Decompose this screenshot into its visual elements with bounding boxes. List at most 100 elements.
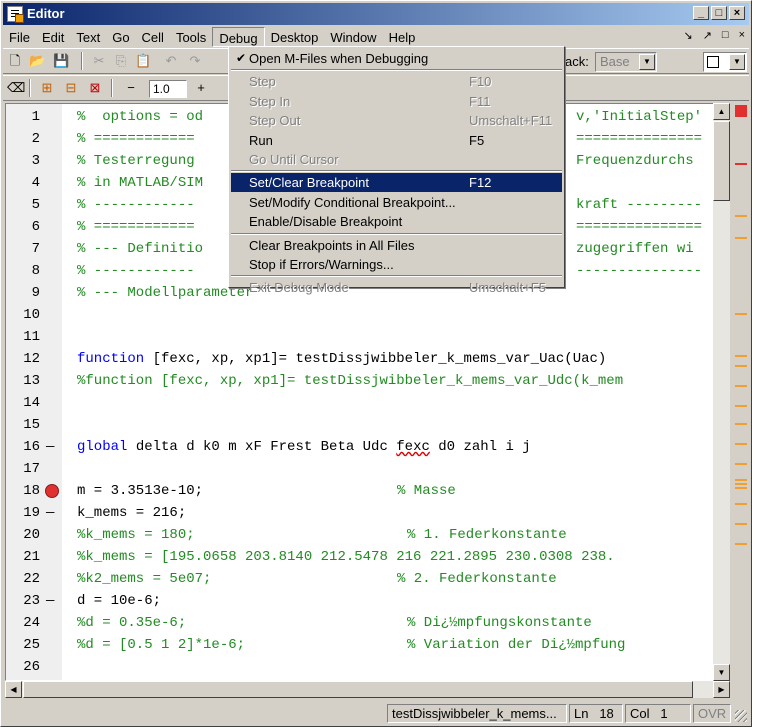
menu-desktop[interactable]: Desktop — [265, 27, 325, 47]
code-line[interactable]: 10 — [6, 304, 714, 326]
line-number: 10 — [23, 307, 40, 323]
menu-item-go-until-cursor[interactable]: Go Until Cursor — [231, 150, 562, 169]
vertical-scrollbar[interactable]: ▲ ▼ — [713, 103, 730, 681]
stack-select[interactable]: Base ▼ — [595, 52, 657, 72]
warning-marker[interactable] — [735, 523, 747, 525]
menu-window[interactable]: Window — [324, 27, 382, 47]
minimize-button[interactable]: _ — [693, 6, 709, 20]
error-marker[interactable] — [735, 163, 747, 165]
decrement-button[interactable]: − — [123, 80, 139, 96]
menu-item-open-m-files-when-debugging[interactable]: ✔ Open M-Files when Debugging — [231, 49, 562, 68]
warning-marker[interactable] — [735, 543, 747, 545]
horizontal-scroll-thumb[interactable] — [23, 681, 693, 698]
cut-icon[interactable]: ✂ — [91, 53, 107, 69]
eval-cell-icon[interactable]: ⊟ — [63, 80, 79, 96]
warning-marker[interactable] — [735, 503, 747, 505]
breakpoint-slot[interactable]: — — [46, 502, 54, 524]
increment-button[interactable]: + — [193, 80, 209, 96]
code-line[interactable]: 17 — [6, 458, 714, 480]
resize-grip-icon[interactable] — [735, 710, 747, 722]
menu-item-exit-debug-mode[interactable]: Exit Debug Mode Umschalt+F5 — [231, 278, 562, 297]
warning-marker[interactable] — [735, 385, 747, 387]
warning-marker[interactable] — [735, 483, 747, 485]
code-line[interactable]: 23 — d = 10e-6; — [6, 590, 714, 612]
insert-cell-icon[interactable]: ⊞ — [39, 80, 55, 96]
menu-item-run[interactable]: Run F5 — [231, 131, 562, 150]
warning-marker[interactable] — [735, 237, 747, 239]
breakpoint-slot[interactable]: — — [46, 436, 54, 458]
code-line[interactable]: 14 — [6, 392, 714, 414]
menu-item-set-modify-conditional-breakpoint[interactable]: Set/Modify Conditional Breakpoint... — [231, 193, 562, 212]
warning-marker[interactable] — [735, 313, 747, 315]
menu-item-set-clear-breakpoint[interactable]: Set/Clear Breakpoint F12 — [231, 173, 562, 193]
undo-icon[interactable]: ↶ — [163, 53, 179, 69]
menu-item-clear-breakpoints-in-all-files[interactable]: Clear Breakpoints in All Files — [231, 236, 562, 255]
warning-marker[interactable] — [735, 423, 747, 425]
warning-marker[interactable] — [735, 215, 747, 217]
code-line[interactable]: 20 %k_mems = 180; % 1. Federkonstante — [6, 524, 714, 546]
copy-icon[interactable]: ⎘ — [113, 53, 129, 69]
code-text-tail: --------------- — [576, 263, 703, 279]
open-folder-icon[interactable]: 📂 — [29, 53, 45, 69]
menu-item-stop-if-errors-warnings[interactable]: Stop if Errors/Warnings... — [231, 255, 562, 274]
close-doc-icon[interactable]: × — [739, 29, 745, 42]
layout-select[interactable]: ▼ — [703, 52, 747, 72]
code-line[interactable]: 15 — [6, 414, 714, 436]
code-line[interactable]: 12 function [fexc, xp, xp1]= testDissjwib… — [6, 348, 714, 370]
inline-comment: % 1. Federkonstante — [407, 527, 567, 543]
menu-edit[interactable]: Edit — [36, 27, 70, 47]
code-line[interactable]: 22 %k2_mems = 5e07; % 2. Federkonstante — [6, 568, 714, 590]
menu-item-step-in[interactable]: Step In F11 — [231, 92, 562, 111]
save-icon[interactable]: 💾 — [53, 53, 69, 69]
menu-go[interactable]: Go — [106, 27, 135, 47]
paste-icon[interactable]: 📋 — [135, 53, 151, 69]
horizontal-scrollbar[interactable]: ◀ ▶ — [5, 681, 730, 698]
warning-marker[interactable] — [735, 355, 747, 357]
warning-marker[interactable] — [735, 463, 747, 465]
warning-marker[interactable] — [735, 365, 747, 367]
redo-icon[interactable]: ↷ — [187, 53, 203, 69]
menu-item-shortcut: F5 — [469, 132, 485, 148]
warning-marker[interactable] — [735, 487, 747, 489]
warning-marker[interactable] — [735, 443, 747, 445]
code-line[interactable]: 26 — [6, 656, 714, 678]
code-line[interactable]: 21 %k_mems = [195.0658 203.8140 212.5478 … — [6, 546, 714, 568]
warning-marker[interactable] — [735, 405, 747, 407]
scroll-down-icon[interactable]: ▼ — [713, 664, 730, 681]
close-button[interactable]: × — [729, 6, 745, 20]
menu-item-enable-disable-breakpoint[interactable]: Enable/Disable Breakpoint — [231, 212, 562, 231]
menu-item-step-out[interactable]: Step Out Umschalt+F11 — [231, 111, 562, 130]
code-line[interactable]: 19 — k_mems = 216; — [6, 502, 714, 524]
new-file-icon[interactable]: 🗋 — [7, 53, 23, 69]
error-status-icon[interactable] — [735, 105, 747, 117]
vertical-scroll-thumb[interactable] — [713, 121, 730, 201]
title-bar[interactable]: Editor _ □ × — [3, 3, 749, 25]
menu-cell[interactable]: Cell — [136, 27, 170, 47]
code-line[interactable]: 13 %function [fexc, xp, xp1]= testDissjwi… — [6, 370, 714, 392]
code-line[interactable]: 18 m = 3.3513e-10; % Masse — [6, 480, 714, 502]
code-line[interactable]: 16 — global delta d k0 m xF Frest Beta Udc… — [6, 436, 714, 458]
scroll-right-icon[interactable]: ▶ — [713, 681, 730, 698]
eval-advance-icon[interactable]: ⊠ — [87, 80, 103, 96]
undock-icon[interactable]: ↘ — [683, 29, 692, 42]
code-line[interactable]: 24 %d = 0.35e-6; % Di¿½mpfungskonstante — [6, 612, 714, 634]
breakpoint-slot[interactable]: — — [46, 590, 54, 612]
code-text-tail: =============== — [576, 131, 703, 147]
menu-item-step[interactable]: Step F10 — [231, 72, 562, 91]
eraser-icon[interactable]: ⌫ — [7, 80, 25, 96]
scroll-up-icon[interactable]: ▲ — [713, 103, 730, 120]
menu-help[interactable]: Help — [383, 27, 422, 47]
menu-debug[interactable]: Debug — [212, 27, 265, 47]
menu-file[interactable]: File — [3, 27, 36, 47]
dock-icon[interactable]: ↗ — [703, 29, 712, 42]
breakpoint-icon[interactable] — [45, 484, 59, 498]
increment-input[interactable]: 1.0 — [149, 80, 187, 98]
menu-tools[interactable]: Tools — [170, 27, 212, 47]
maximize-button[interactable]: □ — [711, 6, 727, 20]
code-line[interactable]: 25 %d = [0.5 1 2]*1e-6; % Variation der Di… — [6, 634, 714, 656]
warning-marker[interactable] — [735, 479, 747, 481]
menu-text[interactable]: Text — [70, 27, 106, 47]
scroll-left-icon[interactable]: ◀ — [5, 681, 22, 698]
code-line[interactable]: 11 — [6, 326, 714, 348]
restore-doc-icon[interactable]: □ — [722, 29, 729, 42]
